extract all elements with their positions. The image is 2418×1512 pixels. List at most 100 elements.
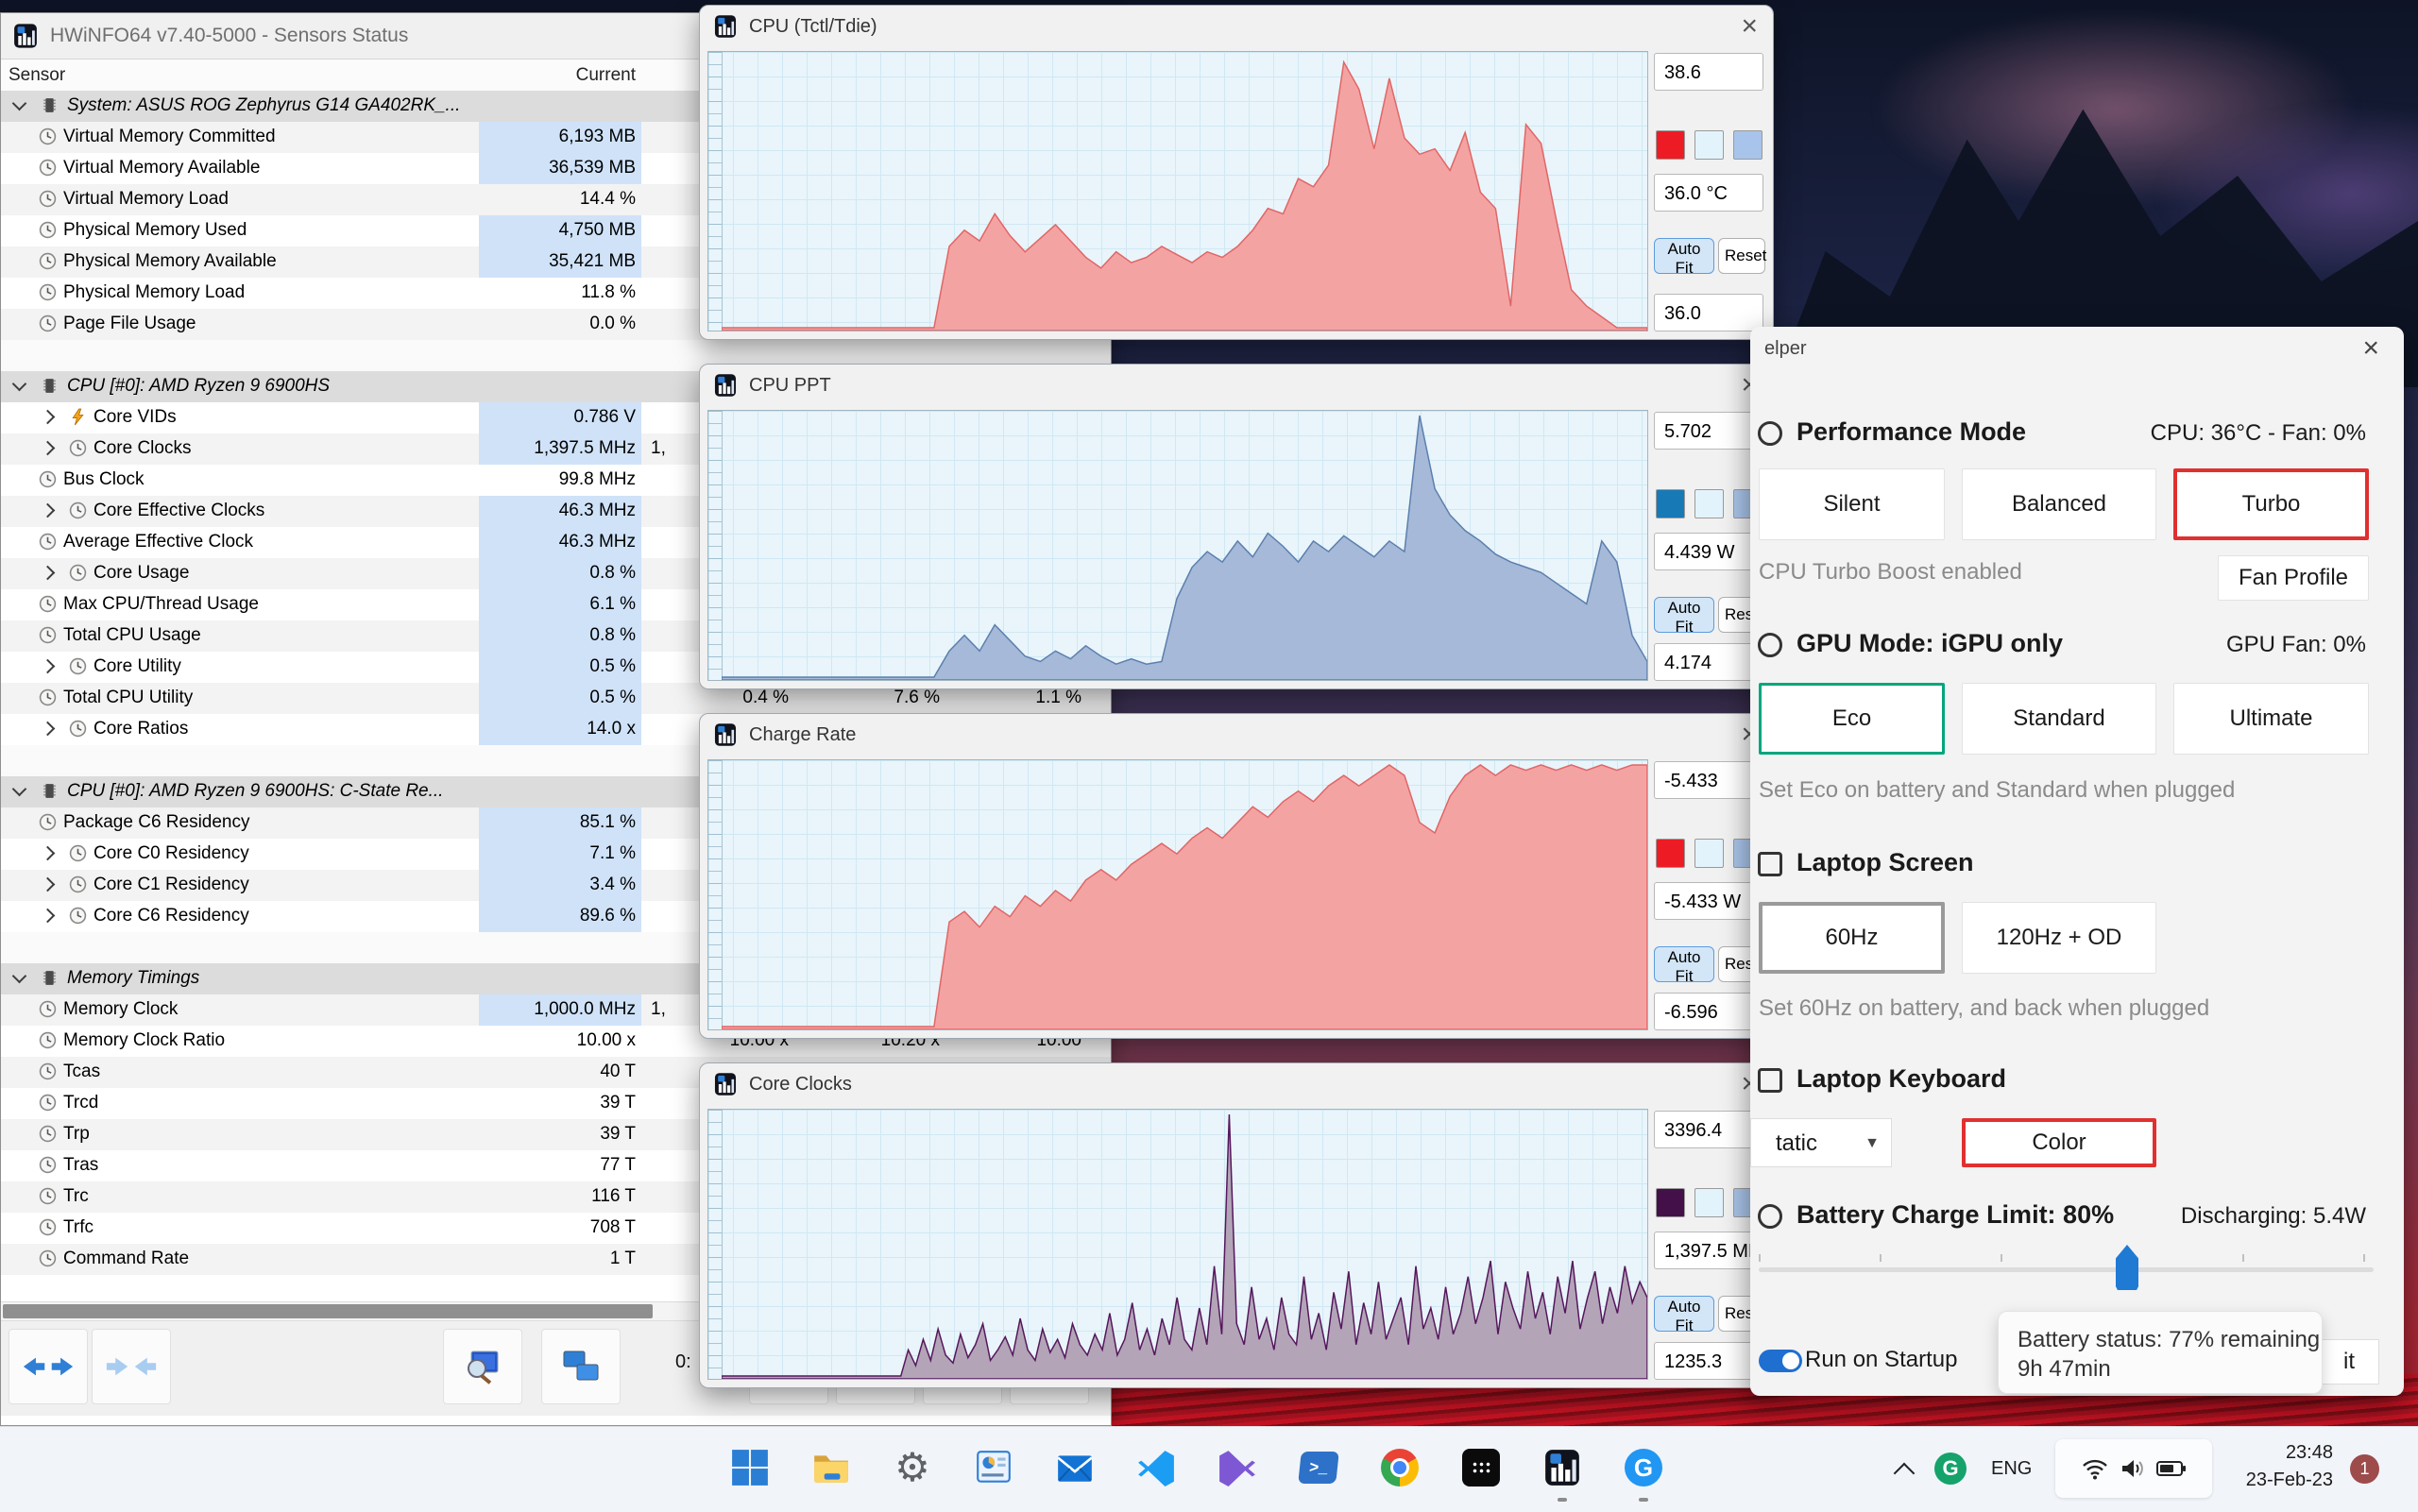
quit-button[interactable]: it <box>2319 1339 2379 1385</box>
close-icon[interactable]: × <box>2362 332 2379 365</box>
graph-window-title-bar[interactable]: CPU (Tctl/Tdie) <box>700 6 1773 47</box>
gauge-icon <box>39 221 57 239</box>
series-color-swatch[interactable] <box>1656 1188 1685 1217</box>
uptime-counter: 0: <box>675 1351 691 1372</box>
close-icon[interactable]: × <box>1741 8 1758 45</box>
expand-chevron-icon[interactable] <box>40 876 56 892</box>
fan-profile-button[interactable]: Fan Profile <box>2218 555 2369 601</box>
battery-limit-heading: Battery Charge Limit: 80% <box>1796 1200 2115 1229</box>
chip-icon <box>41 96 59 114</box>
sensor-min-value-partial: 1, <box>651 438 666 458</box>
graph-max-value: 38.6 <box>1654 53 1763 91</box>
expand-columns-button[interactable] <box>9 1329 88 1404</box>
screen-120hz-button[interactable]: 120Hz + OD <box>1962 902 2156 974</box>
screen-60hz-button[interactable]: 60Hz <box>1759 902 1945 974</box>
taskbar-icon-settings[interactable]: ⚙ <box>890 1445 935 1490</box>
notification-badge[interactable]: 1 <box>2350 1454 2379 1484</box>
monitor-magnifier-icon <box>468 1351 499 1385</box>
gauge-icon <box>39 595 57 613</box>
mode-turbo-button[interactable]: Turbo <box>2173 468 2369 540</box>
taskbar-icon-remote-app[interactable] <box>1458 1445 1504 1490</box>
hwinfo-app-icon <box>713 14 738 39</box>
graph-window-title-bar[interactable]: Core Clocks <box>700 1063 1773 1105</box>
background-color-swatch[interactable] <box>1694 489 1724 518</box>
column-current[interactable]: Current <box>481 65 636 86</box>
graph-series <box>722 764 1647 1029</box>
expand-chevron-icon[interactable] <box>40 845 56 861</box>
expand-chevron-icon[interactable] <box>40 721 56 737</box>
wifi-icon <box>2083 1459 2107 1480</box>
battery-limit-slider-handle[interactable] <box>2116 1245 2138 1290</box>
tray-language-indicator[interactable]: ENG <box>1991 1458 2032 1480</box>
auto-fit-button[interactable]: Auto Fit <box>1654 238 1714 277</box>
battery-limit-slider-track[interactable] <box>1759 1267 2374 1272</box>
series-color-swatch[interactable] <box>1656 489 1685 518</box>
mode-silent-button[interactable]: Silent <box>1759 468 1945 540</box>
tray-clock[interactable]: 23:48 23-Feb-23 <box>2220 1439 2333 1494</box>
tray-grammarly-icon[interactable]: G <box>1934 1453 1967 1485</box>
expand-chevron-icon[interactable] <box>40 502 56 518</box>
gauge-icon <box>39 533 57 551</box>
taskbar-icon-system-monitor[interactable] <box>971 1445 1016 1490</box>
reset-button[interactable]: Reset <box>1718 238 1766 274</box>
graph-current-value: 4.439 W <box>1654 533 1763 570</box>
taskbar-icon-mail[interactable] <box>1052 1445 1098 1490</box>
taskbar-icon-ghelper[interactable]: G <box>1621 1445 1666 1490</box>
sensor-current-value: 0.8 % <box>479 620 641 652</box>
graph-min-value: 1235.3 <box>1654 1342 1763 1380</box>
collapse-chevron-icon[interactable] <box>11 968 27 984</box>
expand-chevron-icon[interactable] <box>40 409 56 425</box>
background-color-swatch[interactable] <box>1694 839 1724 868</box>
sensor-current-value: 14.4 % <box>579 189 636 209</box>
keyboard-color-button[interactable]: Color <box>1962 1118 2156 1167</box>
gauge-icon <box>39 159 57 177</box>
taskbar-icon-start[interactable] <box>727 1445 773 1490</box>
gauge-icon <box>39 127 57 145</box>
taskbar-icon-file-explorer[interactable] <box>809 1445 854 1490</box>
background-color-swatch[interactable] <box>1694 130 1724 160</box>
screen-capture-button[interactable] <box>443 1329 522 1404</box>
taskbar-icon-powershell[interactable]: >_ <box>1296 1445 1341 1490</box>
run-on-startup-toggle[interactable] <box>1759 1350 1802 1372</box>
remote-monitoring-button[interactable] <box>541 1329 621 1404</box>
taskbar-icon-vscode[interactable] <box>1133 1445 1179 1490</box>
grid-color-swatch[interactable] <box>1733 130 1762 160</box>
slider-tick <box>2001 1254 2002 1262</box>
expand-chevron-icon[interactable] <box>40 565 56 581</box>
mode-balanced-button[interactable]: Balanced <box>1962 468 2156 540</box>
scrollbar-thumb[interactable] <box>3 1304 653 1318</box>
graph-plot-area <box>707 51 1648 331</box>
sensor-current-value: 85.1 % <box>479 807 641 839</box>
background-color-swatch[interactable] <box>1694 1188 1724 1217</box>
graph-scale-ruler <box>708 1110 723 1379</box>
gpu-ultimate-button[interactable]: Ultimate <box>2173 683 2369 755</box>
collapse-chevron-icon[interactable] <box>11 376 27 392</box>
gauge-icon <box>39 1062 57 1080</box>
gpu-standard-button[interactable]: Standard <box>1962 683 2156 755</box>
expand-chevron-icon[interactable] <box>40 658 56 674</box>
collapse-chevron-icon[interactable] <box>11 781 27 797</box>
graph-window-title-bar[interactable]: Charge Rate <box>700 714 1773 756</box>
taskbar-icon-hwinfo[interactable] <box>1540 1445 1585 1490</box>
gauge-icon <box>69 501 87 519</box>
ghelper-window-title[interactable]: elper <box>1764 338 1806 360</box>
graph-window-title-bar[interactable]: CPU PPT <box>700 365 1773 406</box>
hwinfo-app-icon <box>713 373 738 398</box>
expand-chevron-icon[interactable] <box>40 908 56 924</box>
tray-quick-settings[interactable] <box>2055 1439 2212 1498</box>
expand-chevron-icon[interactable] <box>40 440 56 456</box>
graph-side-panel: 3396.4 1,397.5 MHz Auto Fit Reset 1235.3 <box>1654 1111 1771 1380</box>
taskbar-icon-visual-studio[interactable] <box>1215 1445 1260 1490</box>
series-color-swatch[interactable] <box>1656 839 1685 868</box>
collapse-chevron-icon[interactable] <box>11 95 27 111</box>
gpu-eco-button[interactable]: Eco <box>1759 683 1945 755</box>
auto-fit-button[interactable]: Auto Fit <box>1654 946 1714 985</box>
keyboard-backlight-dropdown[interactable]: tatic ▼ <box>1750 1118 1892 1167</box>
taskbar-icon-chrome[interactable] <box>1377 1445 1422 1490</box>
collapse-columns-button[interactable] <box>92 1329 171 1404</box>
column-sensor[interactable]: Sensor <box>9 65 65 86</box>
gauge-icon <box>69 564 87 582</box>
auto-fit-button[interactable]: Auto Fit <box>1654 1296 1714 1334</box>
series-color-swatch[interactable] <box>1656 130 1685 160</box>
auto-fit-button[interactable]: Auto Fit <box>1654 597 1714 636</box>
